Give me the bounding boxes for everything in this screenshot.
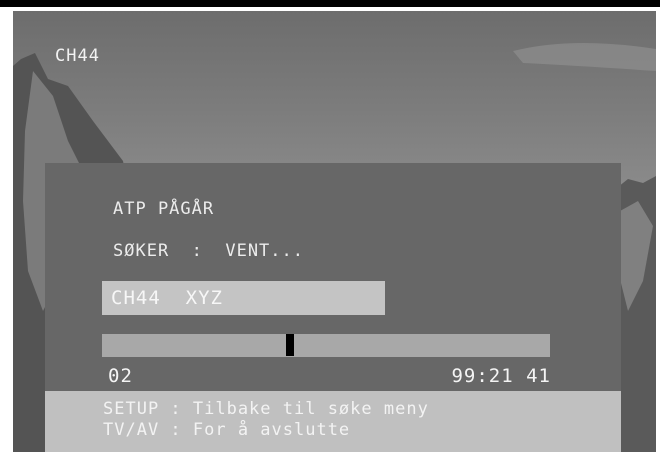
atp-search-panel: ATP PÅGÅR SØKER : VENT... CH44 XYZ 02 99…: [45, 163, 621, 452]
current-channel-field: CH44 XYZ: [102, 281, 385, 315]
help-tvav-line: TV/AV : For å avslutte: [103, 420, 351, 440]
channel-indicator: CH44: [55, 46, 100, 66]
help-area: SETUP : Tilbake til søke meny TV/AV : Fo…: [45, 391, 621, 452]
progress-end-label: 99:21 41: [451, 365, 551, 387]
help-setup-line: SETUP : Tilbake til søke meny: [103, 399, 429, 419]
tv-screen: CH44 ATP PÅGÅR SØKER : VENT... CH44 XYZ …: [13, 11, 656, 452]
search-status-text: SØKER : VENT...: [113, 241, 304, 261]
search-progress-bar: [102, 334, 550, 357]
status-title: ATP PÅGÅR: [113, 199, 215, 219]
top-black-bar: [0, 0, 660, 7]
progress-marker: [286, 334, 295, 356]
progress-start-label: 02: [108, 365, 133, 387]
